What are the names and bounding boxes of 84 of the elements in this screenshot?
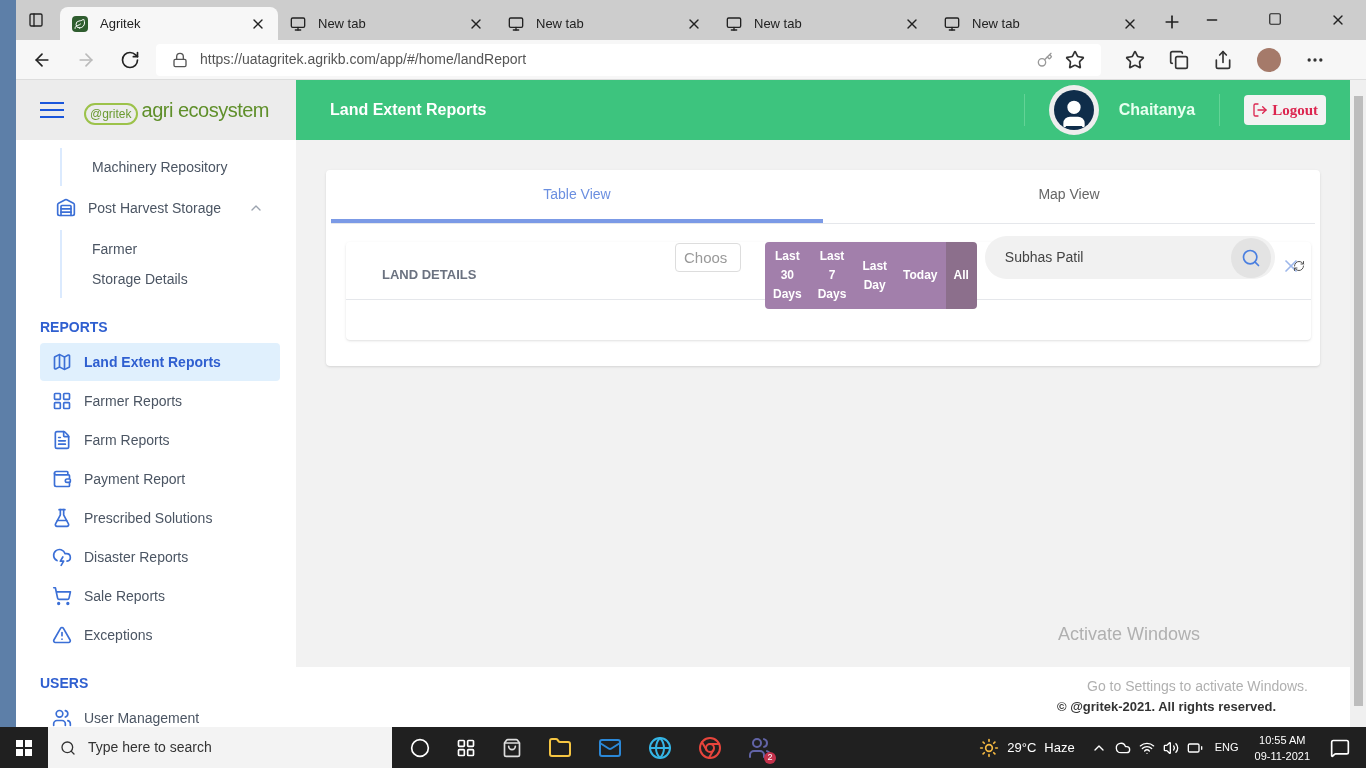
language-indicator[interactable]: ENG [1214,739,1239,756]
notification-badge: 2 [764,751,776,764]
browser-tab[interactable]: New tab [714,7,932,40]
grid-icon [52,391,72,411]
browser-tab[interactable]: Agritek [60,7,278,40]
page-icon [726,15,742,32]
favorites-icon[interactable] [1125,49,1145,70]
folder-icon[interactable] [548,735,572,760]
user-avatar[interactable] [1048,85,1099,135]
search-icon [60,739,76,756]
sidebar-item[interactable]: Disaster Reports [40,538,280,576]
maximize-icon[interactable] [1268,12,1282,26]
leaf-icon [72,15,88,32]
temperature: 29°C [1007,738,1037,757]
sidebar-item[interactable]: User Management [40,699,280,727]
teams-icon[interactable] [748,735,772,760]
activation-title: Activate Windows [1057,623,1200,646]
map-icon [52,352,72,372]
reload-icon[interactable] [120,49,140,70]
sidebar-item[interactable]: Prescribed Solutions [40,499,280,537]
collections-icon[interactable] [1169,49,1189,70]
warning-icon [52,625,72,645]
weather-condition: Haze [1044,738,1075,757]
section-title: LAND DETAILS [382,266,478,284]
sidebar-item[interactable]: Farm Reports [40,421,280,459]
search-field[interactable]: Subhas Patil [984,236,1275,279]
sidebar-item[interactable]: Exceptions [40,616,280,654]
date-filter-button[interactable]: All [945,242,977,309]
volume-icon[interactable] [1162,739,1179,756]
browser-icon[interactable] [648,735,672,760]
tab-actions-icon[interactable] [28,12,44,28]
profile-avatar[interactable] [1257,47,1281,72]
key-icon[interactable] [1037,51,1053,68]
sidebar-subitem[interactable]: Farmer [92,238,138,260]
page-icon [508,15,524,32]
search-icon [1240,247,1261,268]
browser-tab[interactable]: New tab [278,7,496,40]
sidebar-subitem[interactable]: Storage Details [92,268,188,290]
add-favorite-icon[interactable] [1065,49,1085,70]
clock-time: 10:55 AM [1259,732,1306,748]
browser-tab[interactable]: New tab [496,7,714,40]
sidebar-item[interactable]: Farmer Reports [40,382,280,420]
refresh-icon[interactable] [1292,260,1305,272]
sidebar-item[interactable]: Payment Report [40,460,280,498]
sidebar-subitem[interactable]: Machinery Repository [92,156,228,178]
warehouse-icon [56,198,76,218]
activation-hint: Go to Settings to activate Windows. [1087,677,1308,696]
menu-icon[interactable] [40,102,64,118]
section-heading: REPORTS [40,318,108,337]
weather-icon[interactable] [979,737,1000,758]
browser-tab[interactable]: New tab [932,7,1150,40]
chrome-icon[interactable] [698,735,722,760]
copyright-text: © @gritek-2021. All rights reserved. [1056,698,1276,716]
wallet-icon [52,469,72,489]
date-field[interactable]: Choos [675,243,741,272]
logout-icon [1252,102,1269,118]
flask-icon [52,508,72,528]
cart-icon [52,586,72,606]
logo-text: agri ecosystem [141,98,270,123]
clock-date: 09-11-2021 [1254,748,1310,764]
users-icon [52,708,72,727]
document-icon [52,430,72,450]
page-title: Land Extent Reports [330,100,488,120]
sidebar-item[interactable]: Sale Reports [40,577,280,615]
lock-icon [172,51,188,68]
section-heading: USERS [40,674,89,693]
user-name: Chaitanya [1118,100,1196,120]
share-icon[interactable] [1213,49,1233,70]
view-tab[interactable]: Map View [823,170,1315,223]
logout-button[interactable]: Logout [1244,94,1326,126]
sidebar-item[interactable]: Post Harvest Storage [40,186,280,230]
logo-badge: @gritek [84,103,138,125]
task-view-icon[interactable] [456,737,476,758]
notifications-icon[interactable] [1330,737,1350,758]
page-icon [290,15,306,32]
store-icon[interactable] [502,737,522,758]
search-button[interactable] [1230,237,1271,278]
address-field[interactable]: https://uatagritek.agrikb.com/app/#/home/landReport [156,43,1101,76]
page-icon [944,15,960,32]
storm-icon [52,547,72,567]
sidebar-item[interactable]: Land Extent Reports [40,343,280,381]
cortana-icon[interactable] [410,737,430,758]
taskbar-search-field[interactable]: Type here to search [48,727,392,768]
scrollbar[interactable] [1350,80,1366,727]
